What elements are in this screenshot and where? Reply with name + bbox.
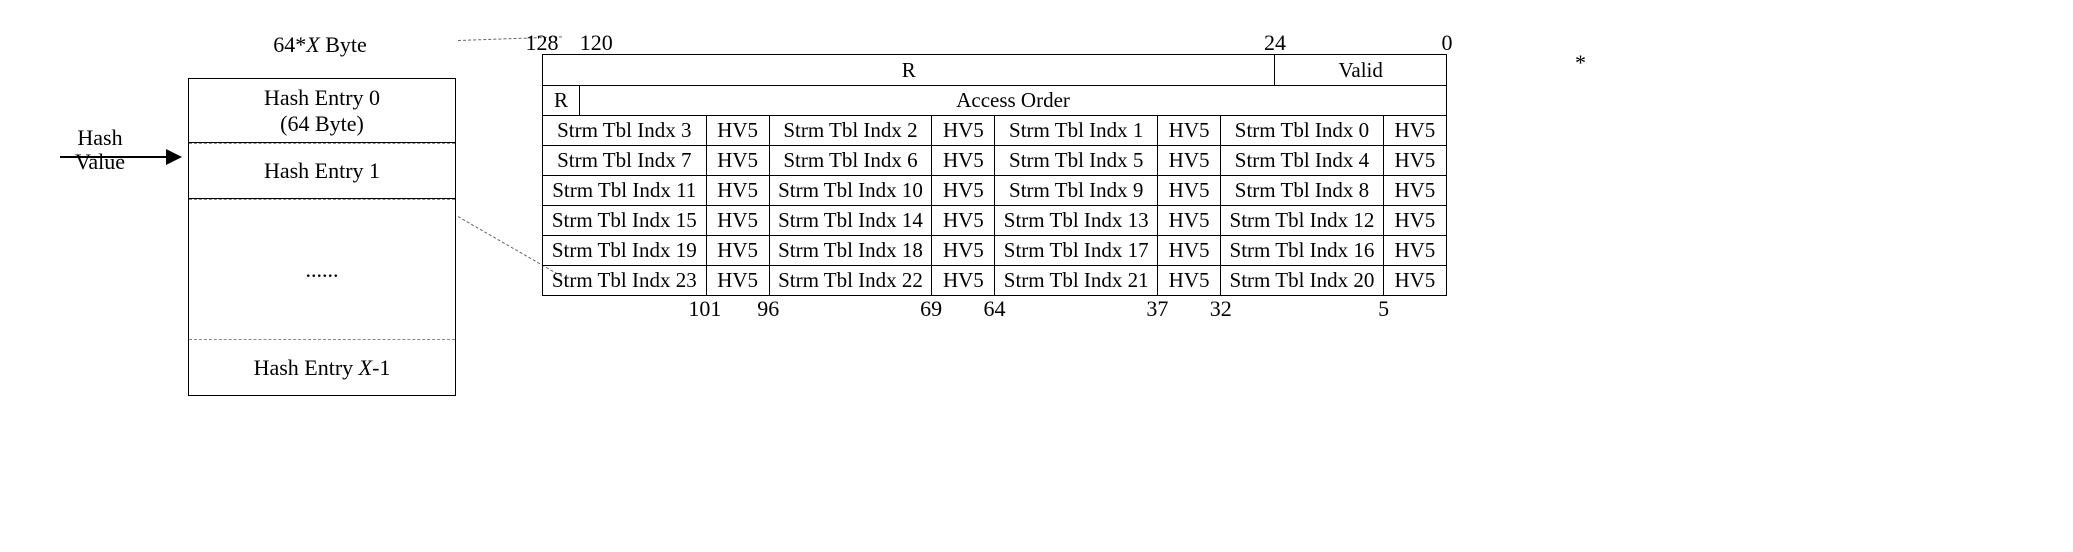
- strm-tbl-indx: Strm Tbl Indx 18: [769, 236, 932, 265]
- strm-tbl-indx: Strm Tbl Indx 22: [769, 266, 932, 295]
- strm-tbl-indx: Strm Tbl Indx 8: [1220, 176, 1383, 205]
- tick-24: 24: [1264, 30, 1286, 56]
- hv5: HV5: [706, 146, 769, 175]
- hv5: HV5: [1157, 266, 1220, 295]
- entry-table: R Valid R Access Order Strm Tbl Indx 3 H…: [542, 54, 1447, 296]
- tick-32: 32: [1210, 296, 1232, 322]
- strm-tbl-indx: Strm Tbl Indx 2: [769, 116, 932, 145]
- strm-tbl-indx: Strm Tbl Indx 21: [994, 266, 1157, 295]
- hv5: HV5: [1157, 236, 1220, 265]
- tick-120: 120: [580, 30, 613, 56]
- strm-tbl-indx: Strm Tbl Indx 6: [769, 146, 932, 175]
- hv5: HV5: [1157, 206, 1220, 235]
- hv5: HV5: [706, 236, 769, 265]
- hash-entry-last-label: Hash Entry X-1: [254, 355, 391, 381]
- hv5: HV5: [1383, 266, 1446, 295]
- hash-label-line1: Hash: [77, 125, 122, 150]
- tick-64: 64: [984, 296, 1006, 322]
- strm-tbl-indx: Strm Tbl Indx 14: [769, 206, 932, 235]
- diagram-root: 64*X Byte Hash Value Hash Entry 0 (64 By…: [20, 20, 2053, 532]
- hash-entry-ellipsis: ......: [189, 199, 455, 339]
- strm-tbl-indx: Strm Tbl Indx 7: [543, 146, 706, 175]
- strm-tbl-indx: Strm Tbl Indx 16: [1220, 236, 1383, 265]
- hv5: HV5: [706, 176, 769, 205]
- index-row: Strm Tbl Indx 23 HV5 Strm Tbl Indx 22 HV…: [543, 265, 1446, 295]
- hash-label-line2: Value: [75, 149, 125, 174]
- title-prefix: 64*: [273, 32, 306, 57]
- hv5: HV5: [931, 116, 994, 145]
- strm-tbl-indx: Strm Tbl Indx 17: [994, 236, 1157, 265]
- valid-field: Valid: [1274, 55, 1446, 85]
- strm-tbl-indx: Strm Tbl Indx 13: [994, 206, 1157, 235]
- tick-128: 128: [526, 30, 559, 56]
- bit-ticks-bottom: 101 96 69 64 37 32 5: [542, 296, 1447, 324]
- tick-96: 96: [757, 296, 779, 322]
- tick-0: 0: [1442, 30, 1453, 56]
- hash-entry-table: Hash Entry 0 (64 Byte) Hash Entry 1 ....…: [188, 78, 456, 396]
- hv5: HV5: [1383, 206, 1446, 235]
- header-row-1: R Valid: [543, 55, 1446, 85]
- title-var: X: [306, 32, 319, 57]
- hv5: HV5: [706, 116, 769, 145]
- strm-tbl-indx: Strm Tbl Indx 20: [1220, 266, 1383, 295]
- hash-entry-0-size: (64 Byte): [280, 111, 364, 136]
- access-order-field: Access Order: [579, 86, 1446, 115]
- index-row: Strm Tbl Indx 7 HV5 Strm Tbl Indx 6 HV5 …: [543, 145, 1446, 175]
- strm-tbl-indx: Strm Tbl Indx 4: [1220, 146, 1383, 175]
- hv5: HV5: [1157, 176, 1220, 205]
- strm-tbl-indx: Strm Tbl Indx 0: [1220, 116, 1383, 145]
- reserved-field: R: [543, 55, 1274, 85]
- header-row-2: R Access Order: [543, 85, 1446, 115]
- strm-tbl-indx: Strm Tbl Indx 12: [1220, 206, 1383, 235]
- strm-tbl-indx: Strm Tbl Indx 11: [543, 176, 706, 205]
- hv5: HV5: [1383, 146, 1446, 175]
- tick-69: 69: [920, 296, 942, 322]
- left-table-title: 64*X Byte: [220, 32, 420, 58]
- hash-entry-0: Hash Entry 0 (64 Byte): [189, 79, 455, 143]
- strm-tbl-indx: Strm Tbl Indx 1: [994, 116, 1157, 145]
- strm-tbl-indx: Strm Tbl Indx 19: [543, 236, 706, 265]
- tick-5: 5: [1378, 296, 1389, 322]
- tick-101: 101: [688, 296, 721, 322]
- hash-value-label: Hash Value: [60, 126, 140, 174]
- hash-entry-0-label: Hash Entry 0: [264, 85, 380, 110]
- strm-tbl-indx: Strm Tbl Indx 23: [543, 266, 706, 295]
- title-suffix: Byte: [320, 32, 367, 57]
- strm-tbl-indx: Strm Tbl Indx 3: [543, 116, 706, 145]
- index-row: Strm Tbl Indx 3 HV5 Strm Tbl Indx 2 HV5 …: [543, 115, 1446, 145]
- hv5: HV5: [1383, 176, 1446, 205]
- tick-37: 37: [1146, 296, 1168, 322]
- asterisk: *: [1575, 50, 1586, 76]
- hash-entry-1: Hash Entry 1: [189, 143, 455, 199]
- hv5: HV5: [931, 206, 994, 235]
- hv5: HV5: [1157, 146, 1220, 175]
- strm-tbl-indx: Strm Tbl Indx 5: [994, 146, 1157, 175]
- hash-entry-last: Hash Entry X-1: [189, 339, 455, 395]
- index-row: Strm Tbl Indx 11 HV5 Strm Tbl Indx 10 HV…: [543, 175, 1446, 205]
- hv5: HV5: [1383, 236, 1446, 265]
- bit-ticks-top: 128 120 24 0: [542, 30, 1447, 54]
- arrow-icon: [60, 156, 180, 158]
- ellipsis: ......: [306, 257, 339, 283]
- index-row: Strm Tbl Indx 19 HV5 Strm Tbl Indx 18 HV…: [543, 235, 1446, 265]
- hash-entry-1-label: Hash Entry 1: [264, 158, 380, 184]
- strm-tbl-indx: Strm Tbl Indx 9: [994, 176, 1157, 205]
- hv5: HV5: [931, 176, 994, 205]
- hv5: HV5: [931, 266, 994, 295]
- hv5: HV5: [1157, 116, 1220, 145]
- index-row: Strm Tbl Indx 15 HV5 Strm Tbl Indx 14 HV…: [543, 205, 1446, 235]
- hv5: HV5: [931, 146, 994, 175]
- hv5: HV5: [1383, 116, 1446, 145]
- strm-tbl-indx: Strm Tbl Indx 10: [769, 176, 932, 205]
- strm-tbl-indx: Strm Tbl Indx 15: [543, 206, 706, 235]
- entry-layout: 128 120 24 0 R Valid R Access Order Strm…: [542, 30, 1447, 324]
- hv5: HV5: [931, 236, 994, 265]
- hv5: HV5: [706, 206, 769, 235]
- hv5: HV5: [706, 266, 769, 295]
- reserved-field-2: R: [543, 86, 579, 115]
